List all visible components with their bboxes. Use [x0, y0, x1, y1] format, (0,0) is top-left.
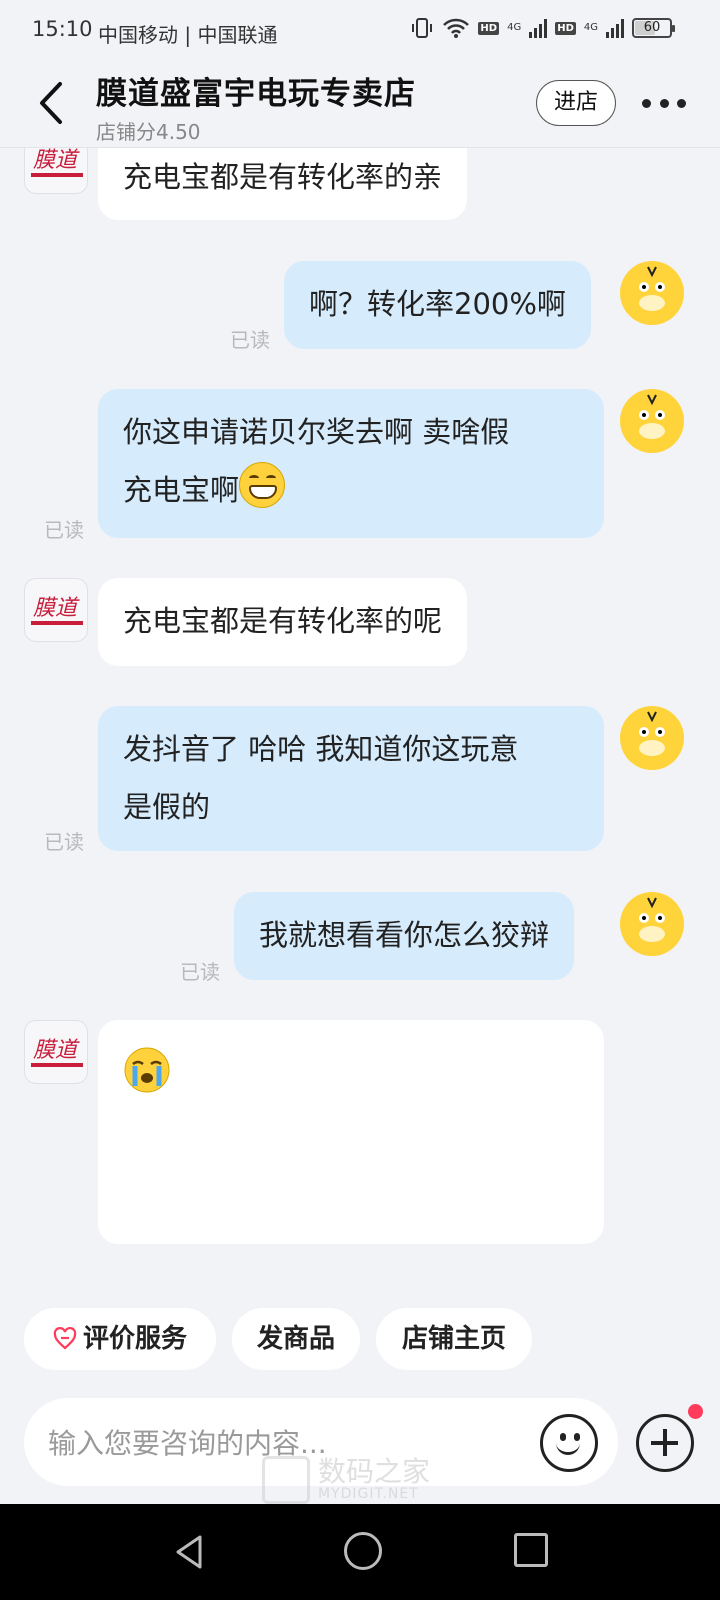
rate-service-button[interactable]: 评价服务: [24, 1308, 216, 1370]
read-status: 已读: [230, 328, 270, 352]
user-avatar[interactable]: [620, 261, 684, 325]
grin-emoji-icon: [239, 462, 286, 508]
enter-shop-button[interactable]: 进店: [536, 80, 616, 126]
nav-home-icon[interactable]: [344, 1532, 382, 1570]
battery-icon: 60: [632, 18, 675, 38]
message-text: 我就想看看你怎么狡辩: [259, 918, 550, 952]
signal-icon: [529, 18, 548, 38]
shop-logo-icon: 膜道: [31, 148, 83, 177]
more-button[interactable]: [642, 84, 686, 122]
vibrate-icon: [412, 18, 433, 38]
hd-badge: HD: [478, 21, 500, 35]
psyduck-avatar-icon: [628, 897, 676, 950]
send-product-button[interactable]: 发商品: [232, 1308, 360, 1370]
status-carrier: 中国移动 | 中国联通: [98, 23, 278, 47]
wifi-icon: [443, 18, 470, 38]
chat-list[interactable]: 膜道 充电宝都是有转化率的亲 已读 啊？转化率200%啊 已读 你这申请诺贝尔奖…: [0, 148, 720, 1308]
watermark-logo-icon: [262, 1456, 310, 1504]
nav-recents-icon[interactable]: [514, 1533, 548, 1567]
signal-icon-2: [606, 18, 624, 38]
message-text-line: 充电宝啊: [123, 473, 240, 507]
message-text-line: 发抖音了 哈哈 我知道你这玩意: [123, 732, 519, 766]
notification-dot: [688, 1404, 703, 1419]
psyduck-avatar-icon: [628, 394, 676, 447]
shop-avatar[interactable]: 膜道: [24, 1020, 88, 1084]
status-icons: HD 4G HD 4G 60: [410, 16, 675, 40]
rate-service-label: 评价服务: [82, 1324, 187, 1354]
message-text: 充电宝都是有转化率的呢: [123, 604, 443, 638]
system-nav-bar: [0, 1504, 720, 1600]
nav-back-icon[interactable]: [170, 1532, 210, 1572]
psyduck-avatar-icon: [628, 266, 676, 319]
battery-level: 60: [643, 20, 661, 35]
message-bubble[interactable]: 充电宝都是有转化率的呢: [98, 578, 468, 666]
message-bubble[interactable]: 发抖音了 哈哈 我知道你这玩意 是假的: [98, 706, 604, 851]
message-text-line-wrap: 充电宝啊: [123, 461, 579, 519]
message-text-line: 是假的: [123, 790, 211, 824]
watermark-text: 数码之家: [318, 1455, 431, 1488]
more-dot-icon: [659, 98, 669, 108]
crying-emoji-icon: [124, 1047, 170, 1093]
message-text: 充电宝都是有转化率的亲: [123, 160, 443, 194]
status-time: 15:10: [32, 17, 93, 41]
svg-text:膜道: 膜道: [33, 596, 80, 621]
back-button[interactable]: [32, 78, 72, 128]
more-dot-icon: [642, 98, 651, 108]
watermark: 数码之家 MYDIGIT.NET: [262, 1450, 462, 1510]
user-avatar[interactable]: [620, 892, 684, 956]
svg-text:膜道: 膜道: [33, 148, 80, 173]
chevron-left-icon: [40, 82, 62, 124]
emoji-button[interactable]: [540, 1414, 598, 1472]
network-type-2: 4G: [583, 22, 598, 33]
plus-button[interactable]: [636, 1414, 694, 1472]
message-bubble[interactable]: 我就想看看你怎么狡辩: [234, 892, 575, 980]
status-bar: 15:10 中国移动 | 中国联通 HD 4G HD 4G 60: [0, 0, 720, 60]
message-bubble[interactable]: [98, 1020, 604, 1244]
read-status: 已读: [44, 830, 84, 854]
message-text: 啊？转化率200%啊: [309, 287, 566, 321]
user-avatar[interactable]: [620, 706, 684, 770]
message-bubble[interactable]: 你这申请诺贝尔奖去啊 卖啥假 充电宝啊: [98, 389, 604, 538]
read-status: 已读: [44, 518, 84, 542]
hd-badge-2: HD: [555, 21, 576, 35]
psyduck-avatar-icon: [628, 711, 676, 764]
svg-text:膜道: 膜道: [33, 1038, 80, 1063]
shop-avatar[interactable]: 膜道: [24, 578, 88, 642]
chat-header: 膜道盛富宇电玩专卖店 店铺分4.50 进店: [0, 60, 720, 148]
heart-service-icon: [53, 1327, 77, 1350]
read-status: 已读: [180, 960, 220, 984]
message-bubble[interactable]: 充电宝都是有转化率的亲: [98, 148, 468, 220]
message-bubble[interactable]: 啊？转化率200%啊: [284, 261, 591, 349]
shop-title[interactable]: 膜道盛富宇电玩专卖店: [96, 68, 416, 113]
user-avatar[interactable]: [620, 389, 684, 453]
shop-home-button[interactable]: 店铺主页: [376, 1308, 532, 1370]
shop-logo-icon: 膜道: [31, 596, 83, 625]
message-text-line: 你这申请诺贝尔奖去啊 卖啥假: [123, 415, 510, 449]
network-type: 4G: [507, 22, 522, 33]
quick-actions: 评价服务 发商品 店铺主页: [0, 1308, 720, 1380]
watermark-subtext: MYDIGIT.NET: [318, 1486, 419, 1502]
shop-logo-icon: 膜道: [31, 1038, 83, 1067]
more-dot-icon: [677, 98, 686, 108]
shop-score: 店铺分4.50: [96, 120, 201, 144]
shop-avatar[interactable]: 膜道: [24, 148, 88, 194]
